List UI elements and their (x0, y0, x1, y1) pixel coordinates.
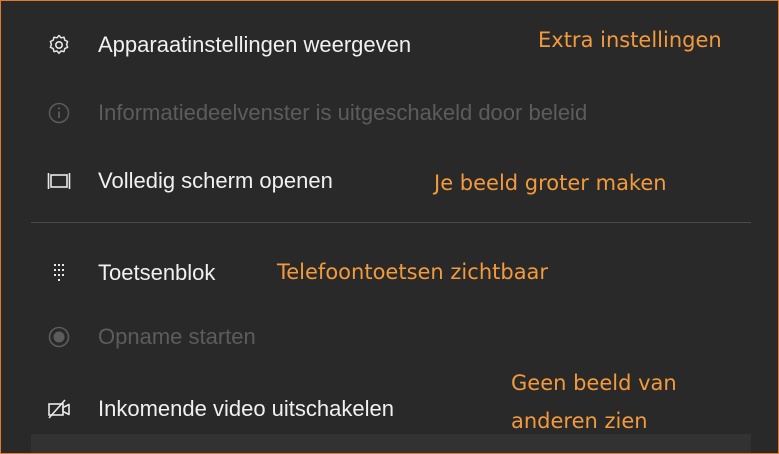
menu-item-info-pane: Informatiedeelvenster is uitgeschakeld d… (1, 83, 779, 143)
menu-item-label: Apparaatinstellingen weergeven (98, 32, 412, 57)
info-icon (47, 101, 71, 125)
gear-icon (47, 33, 71, 57)
menu-item-label: Opname starten (98, 324, 256, 349)
fullscreen-icon (47, 169, 71, 193)
menu-footer-strip (31, 434, 751, 453)
annotation-fullscreen: Je beeld groter maken (434, 171, 667, 195)
annotation-video-off-line2: anderen zien (511, 409, 648, 433)
menu-item-label: Toetsenblok (98, 260, 216, 285)
record-icon (47, 325, 71, 349)
menu-divider (31, 222, 751, 223)
menu-item-start-recording: Opname starten (1, 307, 779, 367)
context-menu: Apparaatinstellingen weergeven Extra ins… (0, 0, 779, 454)
menu-item-label: Informatiedeelvenster is uitgeschakeld d… (98, 100, 588, 125)
menu-item-label: Inkomende video uitschakelen (98, 396, 394, 421)
annotation-dialpad: Telefoontoetsen zichtbaar (277, 260, 549, 284)
menu-item-label: Volledig scherm openen (98, 168, 333, 193)
dialpad-icon (47, 261, 71, 285)
annotation-extra-settings: Extra instellingen (538, 28, 722, 52)
video-off-icon (47, 397, 71, 421)
annotation-video-off-line1: Geen beeld van (511, 371, 677, 395)
